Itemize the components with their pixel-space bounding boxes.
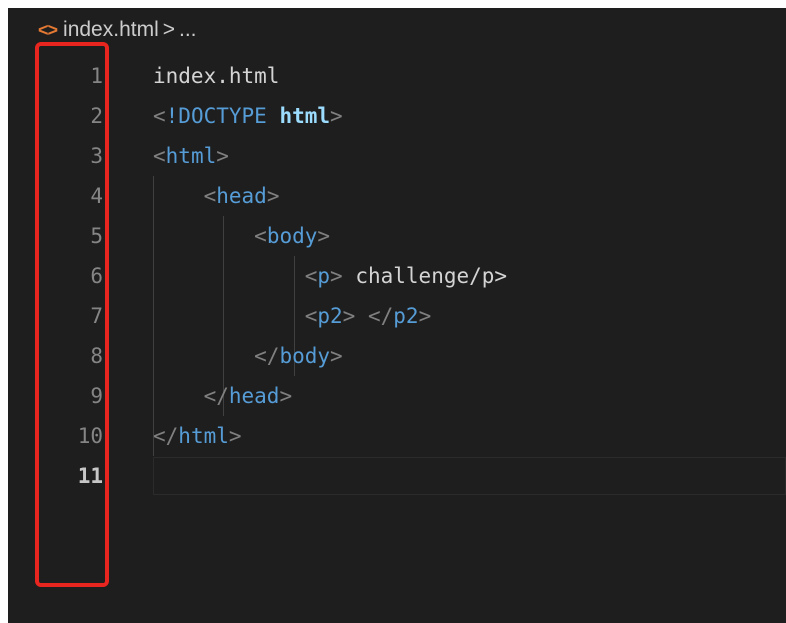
code-token: p2 xyxy=(393,304,419,328)
code-token: </ xyxy=(367,304,394,328)
code-token: < xyxy=(203,184,217,208)
code-token: head xyxy=(216,184,267,208)
code-line[interactable]: </html> xyxy=(153,416,242,456)
code-token: > xyxy=(342,304,356,328)
code-line[interactable]: <head> xyxy=(153,176,280,216)
current-line-highlight xyxy=(153,457,786,495)
code-token: !DOCTYPE xyxy=(165,104,267,128)
code-line[interactable]: <!DOCTYPE html> xyxy=(153,96,343,136)
breadcrumb: <> index.html > ... xyxy=(8,8,786,52)
code-token: </ xyxy=(153,424,179,448)
code-token: body xyxy=(266,224,318,248)
code-editor[interactable]: <> index.html > ... 1 2 3 4 5 6 7 8 9 10 11 index.… xyxy=(8,8,786,623)
code-token: html xyxy=(178,424,229,448)
code-token: head xyxy=(228,384,280,408)
code-token: < xyxy=(304,304,318,328)
code-token: > xyxy=(266,184,280,208)
html-file-icon: <> xyxy=(38,19,58,40)
code-token: < xyxy=(153,104,166,128)
code-token: > xyxy=(216,144,229,168)
code-line[interactable]: <html> xyxy=(153,136,229,176)
code-token: html xyxy=(165,144,217,168)
code-token: p2 xyxy=(317,304,343,328)
code-token: > xyxy=(228,424,242,448)
line-numbers-highlight-box xyxy=(35,42,109,587)
code-token: > xyxy=(330,344,343,368)
breadcrumb-ellipsis[interactable]: ... xyxy=(179,18,197,42)
code-token: < xyxy=(153,144,166,168)
breadcrumb-separator: > xyxy=(162,18,176,41)
code-token: index.html xyxy=(153,64,280,88)
code-token: </ xyxy=(254,344,280,368)
code-line[interactable]: index.html xyxy=(153,56,279,96)
code-line[interactable]: </head> xyxy=(153,376,293,416)
code-line[interactable]: <p2> </p2> xyxy=(153,296,432,336)
code-token: < xyxy=(304,264,318,288)
code-line[interactable]: </body> xyxy=(153,336,343,376)
code-token: p xyxy=(317,264,331,288)
code-token: html xyxy=(279,104,331,128)
code-token: > xyxy=(279,384,293,408)
code-token: > xyxy=(418,304,432,328)
code-token: > xyxy=(330,104,343,128)
code-token: > xyxy=(317,224,331,248)
code-token: </ xyxy=(203,384,229,408)
code-line[interactable]: <p> challenge/p> xyxy=(153,256,507,296)
breadcrumb-file[interactable]: index.html xyxy=(63,18,159,42)
code-token: body xyxy=(279,344,331,368)
code-line[interactable]: <body> xyxy=(153,216,330,256)
code-token: < xyxy=(254,224,267,248)
code-token: challenge/p> xyxy=(342,264,508,288)
code-token: > xyxy=(330,264,343,288)
